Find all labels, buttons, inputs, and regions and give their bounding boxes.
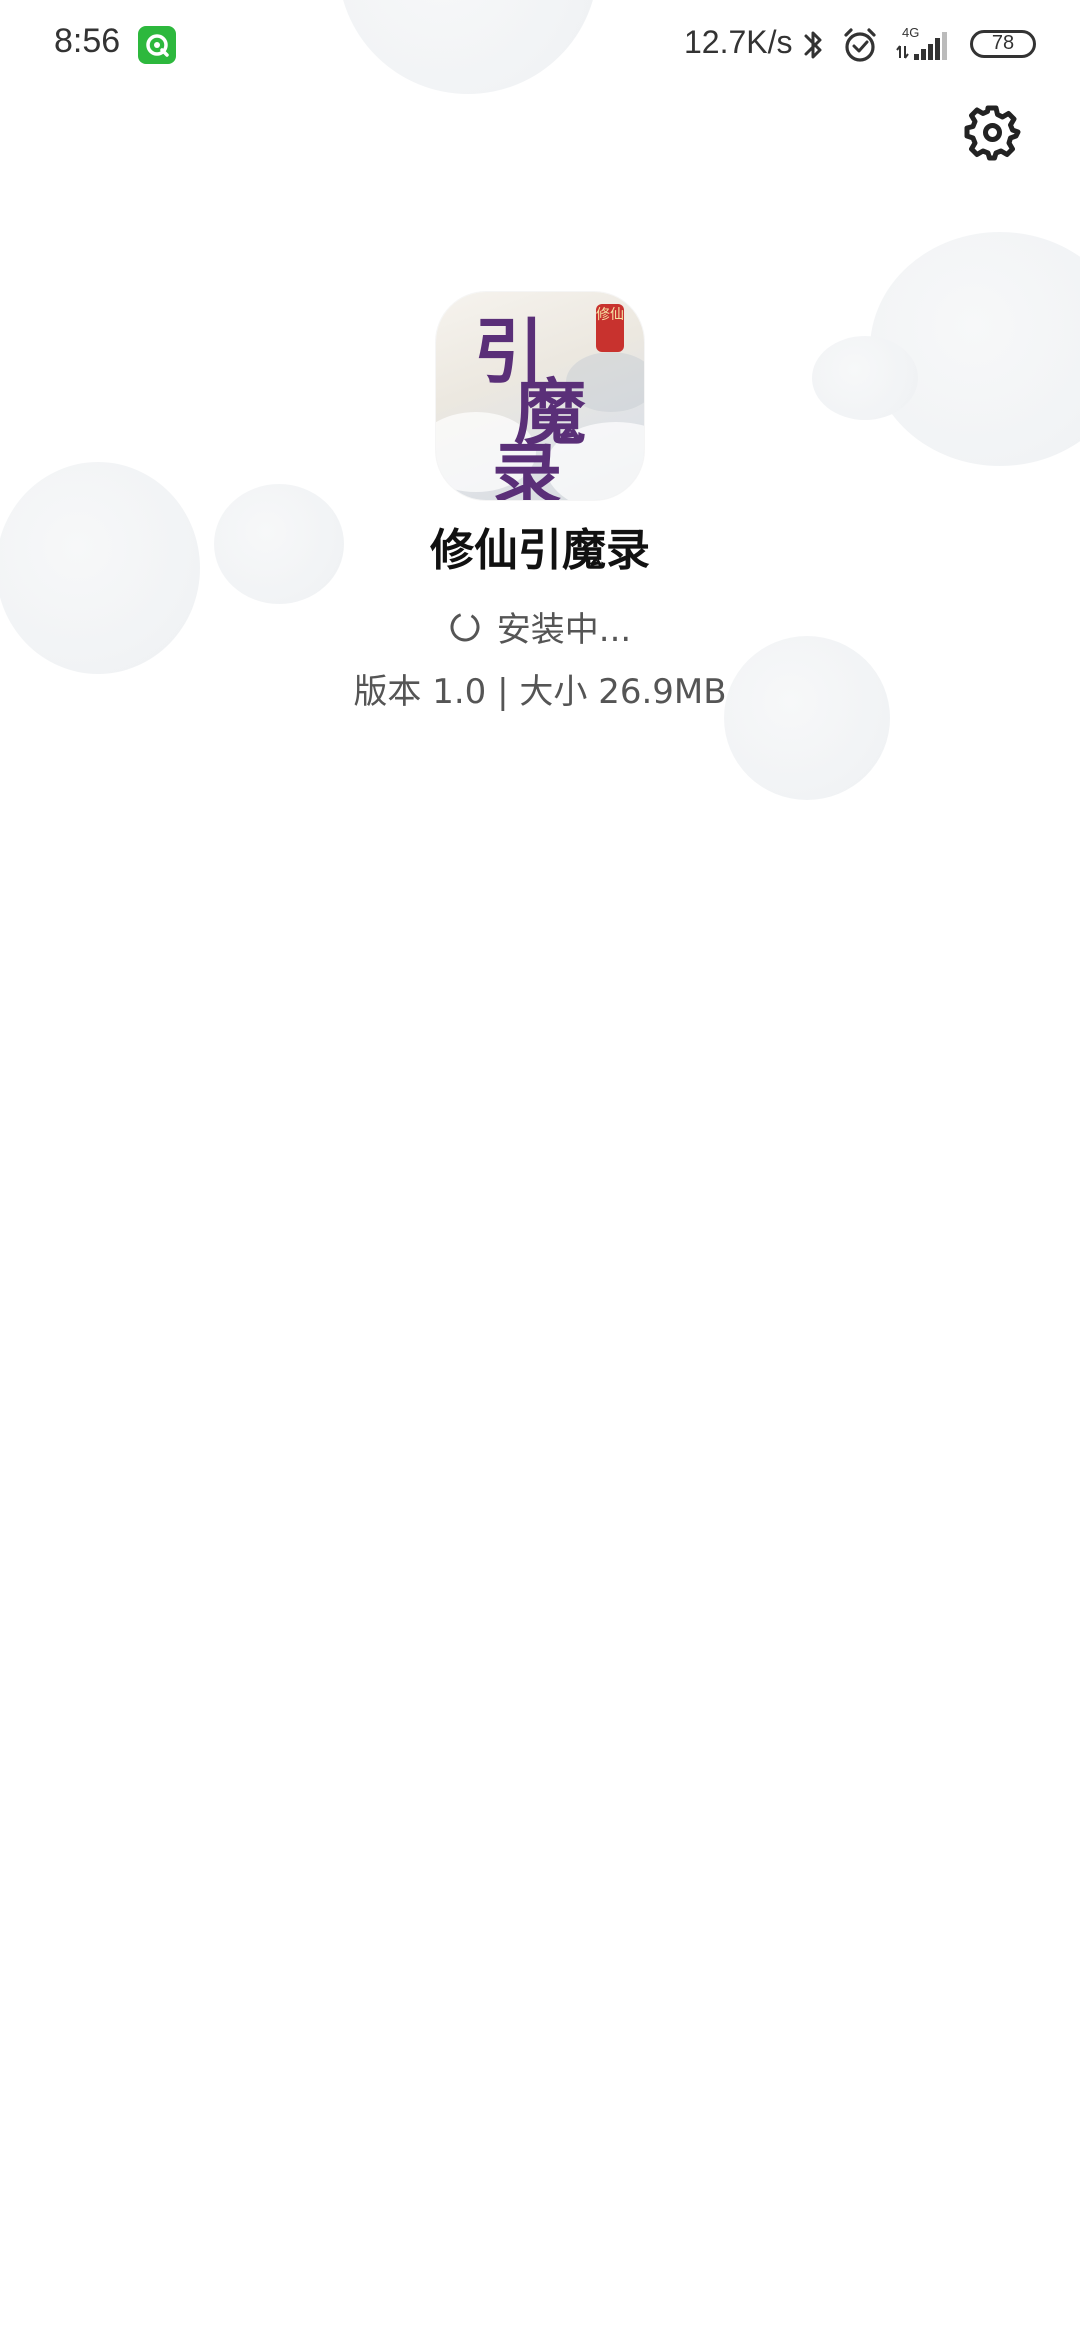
install-status: 安装中... <box>0 602 1080 651</box>
loading-spinner-icon <box>450 612 480 641</box>
decorative-bubble <box>812 336 918 420</box>
icon-seal: 修仙 <box>596 304 624 352</box>
battery-icon: 78 <box>970 30 1036 58</box>
alarm-icon <box>840 26 880 70</box>
decorative-bubble <box>724 636 890 800</box>
network-speed: 12.7K/s <box>684 24 793 60</box>
status-bar: 8:56 12.7K/s 4G 78 <box>0 0 1080 92</box>
battery-percent: 78 <box>991 32 1015 54</box>
app-icon: 引 魔 录 修仙 <box>436 292 644 500</box>
green-app-notification-icon <box>138 26 176 64</box>
bluetooth-icon <box>802 26 826 68</box>
icon-character: 录 <box>492 434 562 500</box>
installer-screen: 8:56 12.7K/s 4G 78 引 魔 录 修仙 修仙引魔录 安装中...… <box>0 0 1080 2340</box>
signal-icon: 4G <box>896 24 956 68</box>
status-time: 8:56 <box>54 22 121 60</box>
settings-button[interactable] <box>960 100 1024 164</box>
app-name: 修仙引魔录 <box>430 525 650 576</box>
gear-icon <box>964 105 1021 161</box>
install-status-text: 安装中... <box>496 610 632 650</box>
app-version-size: 版本 1.0 | 大小 26.9MB <box>353 672 727 712</box>
network-type-label: 4G <box>902 25 919 40</box>
